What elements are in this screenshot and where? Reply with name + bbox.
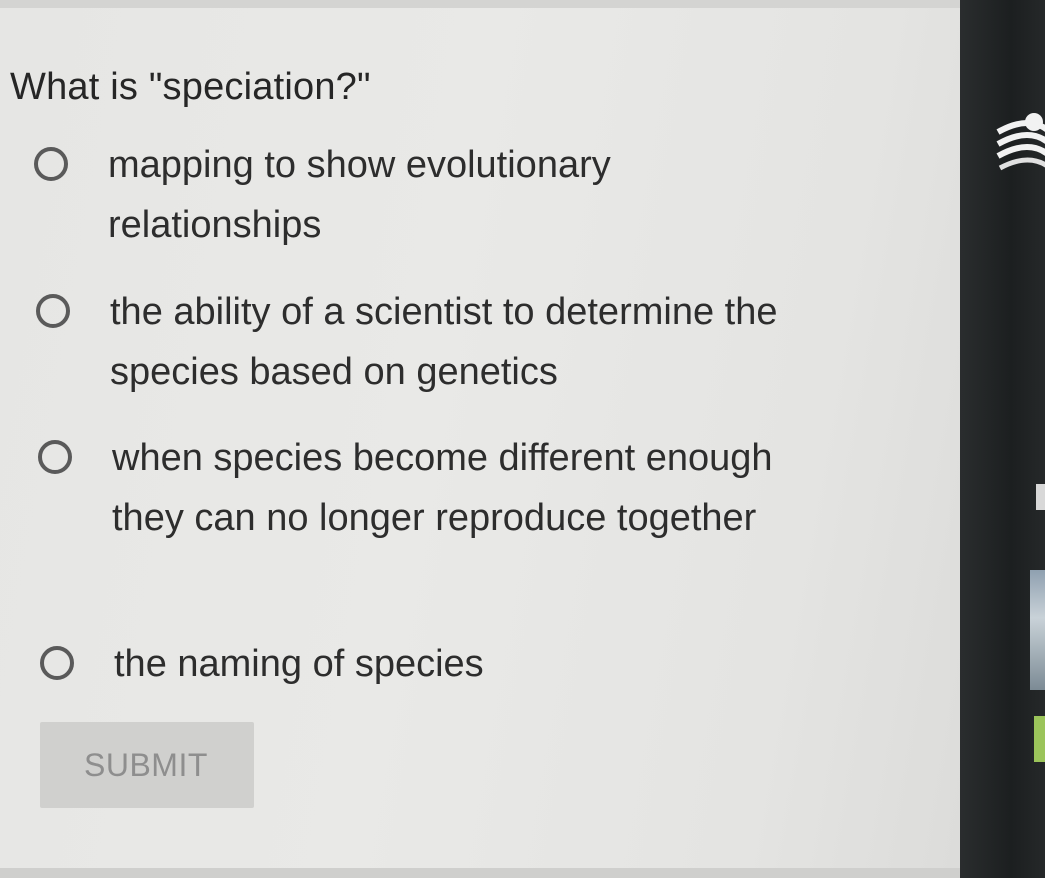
bezel-light-mark <box>1036 484 1045 510</box>
answer-option-2-label[interactable]: the ability of a scientist to determine … <box>110 282 830 402</box>
answer-option-3-label[interactable]: when species become different enough the… <box>112 428 832 548</box>
radio-button-1[interactable] <box>34 147 68 181</box>
wifi-icon <box>996 113 1045 171</box>
bezel-green-indicator <box>1034 716 1045 762</box>
answer-option-4-label[interactable]: the naming of species <box>114 634 834 694</box>
quiz-screen: What is "speciation?" mapping to show ev… <box>0 0 960 878</box>
answer-option-3[interactable]: when species become different enough the… <box>38 428 832 548</box>
question-text: What is "speciation?" <box>10 66 371 108</box>
answer-option-4[interactable]: the naming of species <box>40 634 834 694</box>
radio-button-4[interactable] <box>40 646 74 680</box>
submit-button[interactable]: SUBMIT <box>40 722 254 808</box>
answer-option-2[interactable]: the ability of a scientist to determine … <box>36 282 830 402</box>
answer-option-1-label[interactable]: mapping to show evolutionary relationshi… <box>108 135 828 255</box>
radio-button-2[interactable] <box>36 294 70 328</box>
top-divider <box>0 0 960 8</box>
bezel-reflection <box>1030 570 1045 690</box>
radio-button-3[interactable] <box>38 440 72 474</box>
answer-option-1[interactable]: mapping to show evolutionary relationshi… <box>34 135 828 255</box>
bottom-divider <box>0 868 960 878</box>
